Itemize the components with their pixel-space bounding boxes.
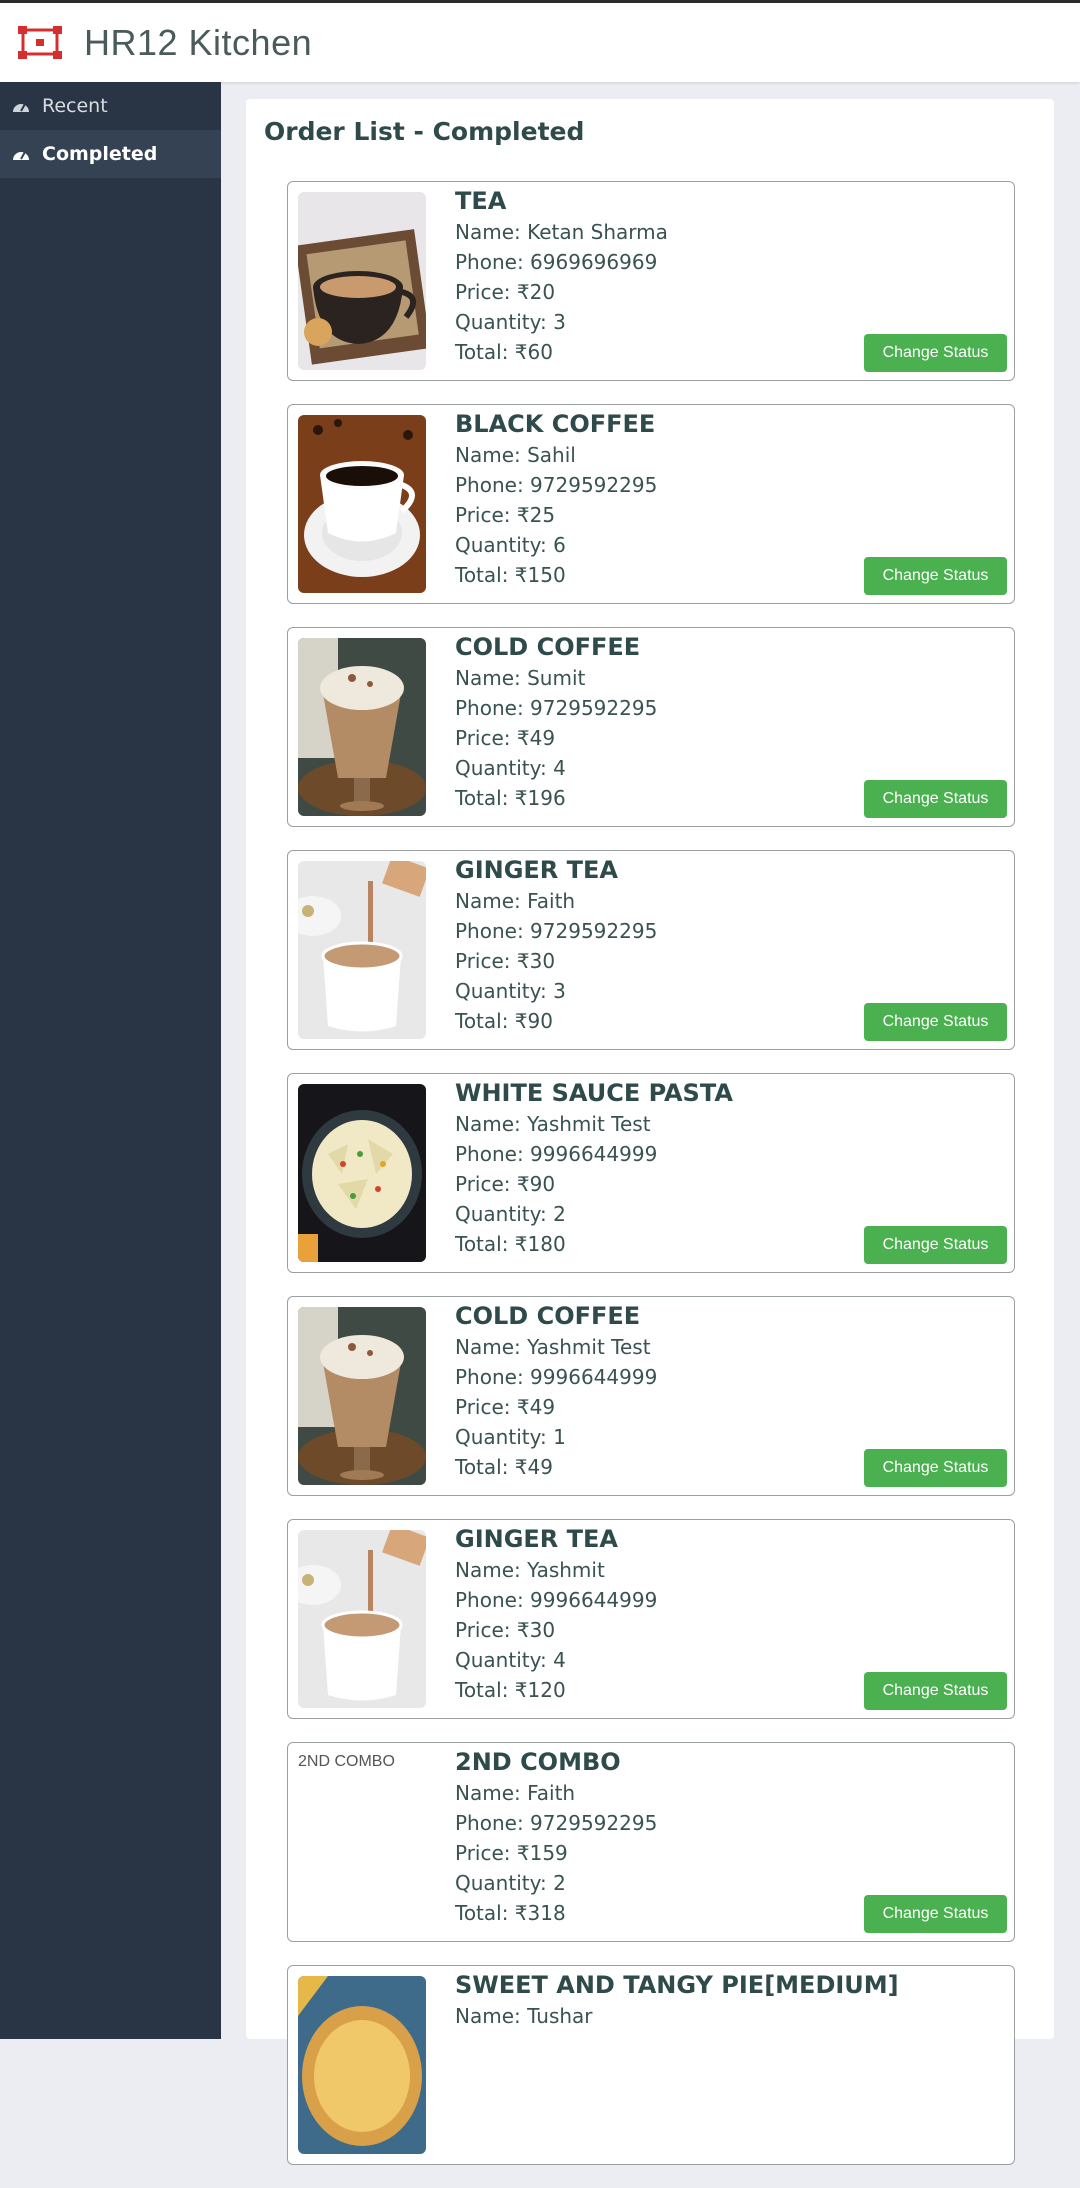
top-bar: HR12 Kitchen	[0, 0, 1080, 82]
customer-phone: Phone: 9729592295	[455, 473, 658, 497]
change-status-button[interactable]: Change Status	[864, 1895, 1007, 1933]
customer-phone: Phone: 9996644999	[455, 1588, 658, 1612]
customer-phone: Phone: 9996644999	[455, 1142, 658, 1166]
order-info: GINGER TEA Name: Yashmit Phone: 9996644999…	[455, 1523, 657, 1705]
customer-name: Name: Yashmit	[455, 1558, 605, 1582]
food-image	[298, 1084, 426, 1262]
change-status-button[interactable]: Change Status	[864, 780, 1007, 818]
order-card: TEA Name: Ketan Sharma Phone: 6969696969 Pr…	[287, 181, 1015, 381]
order-card: COLD COFFEE Name: Sumit Phone: 9729592295 P…	[287, 627, 1015, 827]
order-info: 2ND COMBO Name: Faith Phone: 9729592295 Pri…	[455, 1746, 657, 1928]
item-price: Price: ₹20	[455, 280, 556, 304]
item-quantity: Quantity: 4	[455, 756, 566, 780]
food-image	[298, 1530, 426, 1708]
change-status-button[interactable]: Change Status	[864, 1226, 1007, 1264]
food-image	[298, 638, 426, 816]
order-total: Total: ₹180	[455, 1232, 566, 1256]
item-price: Price: ₹159	[455, 1841, 568, 1865]
dashboard-icon	[13, 103, 29, 112]
app-title: HR12 Kitchen	[84, 21, 313, 63]
item-name: 2ND COMBO	[455, 1748, 621, 1776]
change-status-button[interactable]: Change Status	[864, 1449, 1007, 1487]
order-total: Total: ₹196	[455, 786, 566, 810]
order-card: GINGER TEA Name: Faith Phone: 9729592295 Pr…	[287, 850, 1015, 1050]
item-price: Price: ₹49	[455, 1395, 556, 1419]
main-panel: Order List - Completed TEA Name: Ketan Sh…	[246, 99, 1054, 2165]
item-quantity: Quantity: 4	[455, 1648, 566, 1672]
customer-phone: Phone: 6969696969	[455, 250, 658, 274]
order-info: COLD COFFEE Name: Yashmit Test Phone: 9996…	[455, 1300, 657, 1482]
page-title: Order List - Completed	[264, 117, 585, 146]
food-image	[298, 1307, 426, 1485]
customer-name: Name: Faith	[455, 889, 576, 913]
order-total: Total: ₹120	[455, 1678, 566, 1702]
order-total: Total: ₹90	[455, 1009, 553, 1033]
order-total: Total: ₹318	[455, 1901, 566, 1925]
customer-phone: Phone: 9996644999	[455, 1365, 658, 1389]
customer-name: Name: Sahil	[455, 443, 576, 467]
order-total: Total: ₹60	[455, 340, 553, 364]
item-price: Price: ₹25	[455, 503, 556, 527]
logo-icon	[18, 25, 62, 59]
item-name: SWEET AND TANGY PIE[MEDIUM]	[455, 1971, 899, 1999]
item-price: Price: ₹49	[455, 726, 556, 750]
item-quantity: Quantity: 6	[455, 533, 566, 557]
customer-name: Name: Tushar	[455, 2004, 593, 2028]
dashboard-icon	[13, 151, 29, 160]
order-card: 2ND COMBO 2ND COMBO Name: Faith Phone: 9729…	[287, 1742, 1015, 1942]
change-status-button[interactable]: Change Status	[864, 1672, 1007, 1710]
order-total: Total: ₹150	[455, 563, 566, 587]
order-total: Total: ₹49	[455, 1455, 553, 1479]
item-name: COLD COFFEE	[455, 633, 641, 661]
customer-phone: Phone: 9729592295	[455, 696, 658, 720]
broken-image-icon: 2ND COMBO	[298, 1753, 426, 1931]
sidebar-item-label: Recent	[42, 95, 108, 117]
customer-phone: Phone: 9729592295	[455, 919, 658, 943]
order-card: GINGER TEA Name: Yashmit Phone: 9996644999…	[287, 1519, 1015, 1719]
customer-name: Name: Ketan Sharma	[455, 220, 668, 244]
order-info: COLD COFFEE Name: Sumit Phone: 9729592295 P…	[455, 631, 657, 813]
food-image	[298, 861, 426, 1039]
order-info: TEA Name: Ketan Sharma Phone: 6969696969 Pr…	[455, 185, 668, 367]
food-image	[298, 192, 426, 370]
customer-name: Name: Faith	[455, 1781, 576, 1805]
image-alt-text: 2ND COMBO	[298, 1753, 395, 1770]
sidebar-item-recent[interactable]: Recent	[0, 82, 221, 130]
order-card: BLACK COFFEE Name: Sahil Phone: 9729592295…	[287, 404, 1015, 604]
item-name: BLACK COFFEE	[455, 410, 656, 438]
order-list: TEA Name: Ketan Sharma Phone: 6969696969 Pr…	[287, 181, 1015, 2188]
order-card: WHITE SAUCE PASTA Name: Yashmit Test Phone…	[287, 1073, 1015, 1273]
sidebar: Recent Completed	[0, 82, 221, 2039]
order-info: WHITE SAUCE PASTA Name: Yashmit Test Phone…	[455, 1077, 733, 1259]
item-quantity: Quantity: 3	[455, 979, 566, 1003]
item-name: TEA	[455, 187, 507, 215]
order-info: BLACK COFFEE Name: Sahil Phone: 9729592295…	[455, 408, 657, 590]
item-name: WHITE SAUCE PASTA	[455, 1079, 733, 1107]
change-status-button[interactable]: Change Status	[864, 1003, 1007, 1041]
customer-name: Name: Sumit	[455, 666, 586, 690]
customer-name: Name: Yashmit Test	[455, 1335, 651, 1359]
item-price: Price: ₹90	[455, 1172, 556, 1196]
order-card: SWEET AND TANGY PIE[MEDIUM] Name: Tushar	[287, 1965, 1015, 2165]
change-status-button[interactable]: Change Status	[864, 557, 1007, 595]
sidebar-item-label: Completed	[42, 143, 158, 165]
order-card: COLD COFFEE Name: Yashmit Test Phone: 9996…	[287, 1296, 1015, 1496]
item-name: GINGER TEA	[455, 1525, 618, 1553]
order-info: GINGER TEA Name: Faith Phone: 9729592295 Pr…	[455, 854, 657, 1036]
change-status-button[interactable]: Change Status	[864, 334, 1007, 372]
food-image	[298, 1976, 426, 2154]
sidebar-item-completed[interactable]: Completed	[0, 130, 221, 178]
order-info: SWEET AND TANGY PIE[MEDIUM] Name: Tushar	[455, 1969, 899, 2031]
item-name: COLD COFFEE	[455, 1302, 641, 1330]
item-price: Price: ₹30	[455, 1618, 556, 1642]
item-quantity: Quantity: 2	[455, 1871, 566, 1895]
item-quantity: Quantity: 3	[455, 310, 566, 334]
food-image	[298, 415, 426, 593]
item-quantity: Quantity: 1	[455, 1425, 566, 1449]
item-name: GINGER TEA	[455, 856, 618, 884]
customer-phone: Phone: 9729592295	[455, 1811, 658, 1835]
item-quantity: Quantity: 2	[455, 1202, 566, 1226]
item-price: Price: ₹30	[455, 949, 556, 973]
customer-name: Name: Yashmit Test	[455, 1112, 651, 1136]
